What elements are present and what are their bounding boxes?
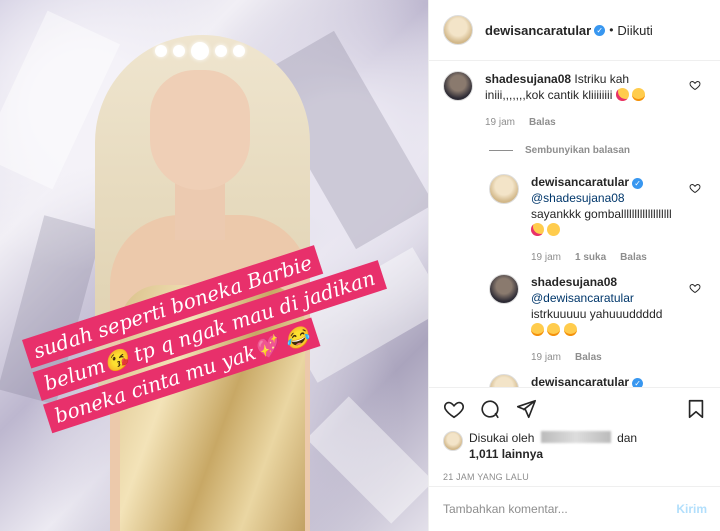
- bookmark-icon[interactable]: [685, 398, 707, 420]
- reply-button[interactable]: Balas: [620, 250, 647, 266]
- post-sidebar: dewisancaratular ✓ • Diikuti shadesujana…: [428, 0, 720, 531]
- comment-time[interactable]: 19 jam: [531, 250, 561, 266]
- heart-eyes-emoji-icon: [615, 88, 629, 101]
- like-count[interactable]: 1 suka: [575, 250, 606, 266]
- post-timestamp[interactable]: 21 JAM YANG LALU: [443, 472, 707, 482]
- avatar[interactable]: [443, 431, 463, 451]
- comment-username[interactable]: shadesujana08: [485, 72, 571, 86]
- reply-button[interactable]: Balas: [575, 350, 602, 366]
- verified-badge-icon: ✓: [632, 378, 644, 387]
- likes-prefix: Disukai oleh: [469, 431, 535, 445]
- blurred-username: [540, 431, 611, 443]
- blush-emoji-icon: [531, 323, 544, 336]
- blush-emoji-icon: [547, 323, 561, 336]
- post-button[interactable]: Kirim: [676, 502, 707, 516]
- blush-emoji-icon: [632, 88, 646, 101]
- smile-emoji-icon: [547, 223, 561, 236]
- like-heart-icon[interactable]: [689, 182, 701, 194]
- hide-replies-button[interactable]: Sembunyikan balasan: [489, 145, 707, 156]
- comment-icon[interactable]: [479, 398, 501, 420]
- comment: shadesujana08 Istriku kah iniii,,,,,,,ko…: [443, 71, 707, 131]
- tiara-icon: [140, 40, 260, 62]
- post-image[interactable]: sudah seperti boneka Barbie belum😘 tp q …: [0, 0, 428, 531]
- verified-badge-icon: ✓: [594, 24, 606, 36]
- heart-eyes-emoji-icon: [531, 223, 544, 236]
- comment-text: istrkuuuuu yahuuuddddd: [531, 307, 663, 321]
- likes-and: dan: [617, 431, 638, 445]
- follow-status[interactable]: Diikuti: [617, 23, 652, 38]
- avatar[interactable]: [443, 71, 473, 101]
- mention-link[interactable]: @dewisancaratular: [531, 291, 634, 305]
- comment-text: sayankkk gomballlllllllllllllllll: [531, 207, 672, 221]
- like-heart-icon[interactable]: [689, 282, 701, 294]
- comment-time[interactable]: 19 jam: [531, 350, 561, 366]
- reply-comment: shadesujana08 @dewisancaratular istrkuuu…: [489, 274, 707, 366]
- avatar[interactable]: [443, 15, 473, 45]
- mention-link[interactable]: @shadesujana08: [531, 191, 625, 205]
- likes-summary: Disukai oleh dan 1,011 lainnya: [443, 430, 707, 462]
- add-comment-bar: Kirim: [429, 486, 720, 531]
- comment-time[interactable]: 19 jam: [485, 115, 515, 131]
- background-crystal: [306, 396, 428, 524]
- person-face: [150, 70, 250, 190]
- like-heart-icon[interactable]: [443, 398, 465, 420]
- comment-username[interactable]: dewisancaratular: [531, 375, 629, 387]
- verified-badge-icon: ✓: [632, 178, 644, 189]
- likes-count[interactable]: 1,011 lainnya: [469, 447, 543, 461]
- reply-button[interactable]: Balas: [529, 115, 556, 131]
- separator: •: [609, 23, 614, 37]
- comment-username[interactable]: shadesujana08: [531, 275, 617, 289]
- blush-emoji-icon: [563, 323, 577, 336]
- avatar[interactable]: [489, 174, 519, 204]
- comments-list[interactable]: shadesujana08 Istriku kah iniii,,,,,,,ko…: [429, 61, 720, 387]
- share-icon[interactable]: [515, 398, 537, 420]
- author-username[interactable]: dewisancaratular: [485, 23, 591, 38]
- post-header: dewisancaratular ✓ • Diikuti: [429, 0, 720, 61]
- comment-username[interactable]: dewisancaratular: [531, 175, 629, 189]
- post-actions: Disukai oleh dan 1,011 lainnya 21 JAM YA…: [429, 387, 720, 482]
- avatar[interactable]: [489, 374, 519, 387]
- reply-comment: dewisancaratular ✓: [489, 374, 707, 387]
- comment-input[interactable]: [443, 502, 677, 516]
- avatar[interactable]: [489, 274, 519, 304]
- like-heart-icon[interactable]: [689, 79, 701, 91]
- reply-comment: dewisancaratular ✓ @shadesujana08 sayankk…: [489, 174, 707, 266]
